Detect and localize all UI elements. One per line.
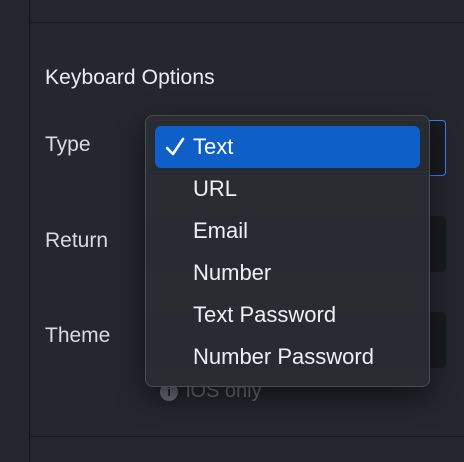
left-sidebar-strip: [0, 0, 30, 462]
option-url[interactable]: URL: [155, 168, 420, 210]
type-dropdown-menu: Text URL Email Number Text Password Numb…: [145, 115, 430, 387]
section-title: Keyboard Options: [45, 66, 215, 89]
option-label: Number Password: [193, 344, 374, 369]
checkmark-icon: [165, 137, 185, 156]
option-text[interactable]: Text: [155, 126, 420, 168]
option-label: URL: [193, 176, 238, 201]
option-number[interactable]: Number: [155, 252, 420, 294]
option-label: Text Password: [193, 302, 337, 327]
option-text-password[interactable]: Text Password: [155, 294, 420, 336]
section-divider-bottom: [31, 436, 464, 437]
theme-label: Theme: [45, 324, 111, 347]
type-label: Type: [45, 133, 91, 156]
section-divider-top: [31, 22, 464, 23]
return-label: Return: [45, 229, 109, 252]
option-label: Number: [193, 260, 272, 285]
option-number-password[interactable]: Number Password: [155, 336, 420, 378]
option-label: Text: [193, 134, 234, 159]
option-email[interactable]: Email: [155, 210, 420, 252]
option-label: Email: [193, 218, 249, 243]
